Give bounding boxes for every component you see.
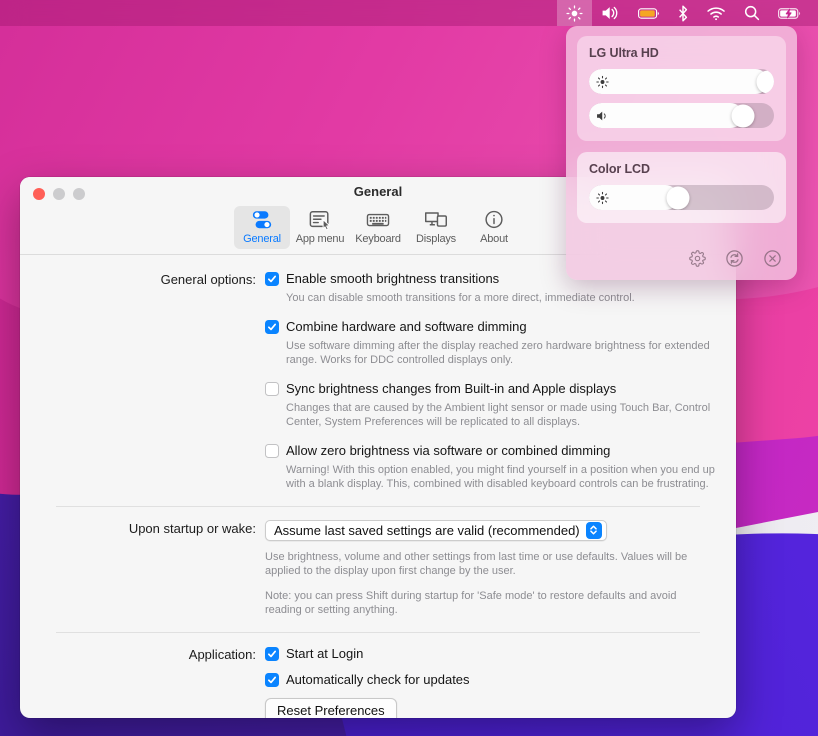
section-divider-1 [56,505,700,507]
checkbox-label: Enable smooth brightness transitions [286,271,500,286]
tab-displays[interactable]: Displays [408,206,464,249]
refresh-icon[interactable] [725,249,744,268]
checkbox-combine-dimming[interactable]: Combine hardware and software dimming [265,319,716,335]
startup-label: Upon startup or wake: [128,520,256,536]
checkbox-box[interactable] [265,646,279,661]
volume-slider-lg-ultra-hd[interactable] [589,103,774,128]
startup-help-text-2: Note: you can press Shift during startup… [265,589,677,617]
battery-menubar-icon[interactable] [629,0,668,26]
desktop: LG Ultra HD Color LCD General General Ap… [0,0,818,736]
checkbox-help-text: Warning! With this option enabled, you m… [286,463,715,491]
close-circle-icon[interactable] [763,249,782,268]
tab-label: App menu [295,233,345,245]
checkbox-label: Combine hardware and software dimming [286,318,527,334]
volume-icon [596,110,610,122]
general-options-label: General options: [160,272,256,287]
tab-app-menu[interactable]: App menu [292,206,348,249]
checkbox-box[interactable] [265,443,279,458]
brightness-icon [596,75,609,88]
startup-row: Upon startup or wake: Assume last saved … [40,519,716,618]
checkbox-allow-zero-brightness[interactable]: Allow zero brightness via software or co… [265,443,716,459]
display-card-lg-ultra-hd: LG Ultra HD [577,36,786,141]
display-title: LG Ultra HD [589,46,659,60]
keyboard-icon [365,209,391,231]
startup-help-text-1: Use brightness, volume and other setting… [265,550,688,578]
checkbox-help-text: Use software dimming after the display r… [286,339,710,367]
brightness-slider-lg-ultra-hd[interactable] [589,69,774,94]
volume-menubar-icon[interactable] [592,0,629,26]
checkbox-label: Start at Login [286,645,364,661]
slider-knob[interactable] [666,186,690,209]
tab-general[interactable]: General [234,206,290,249]
chevron-updown-icon[interactable] [585,521,602,539]
brightness-popover: LG Ultra HD Color LCD [566,26,797,280]
display-title: Color LCD [589,162,650,176]
startup-behavior-select[interactable]: Assume last saved settings are valid (re… [265,519,607,541]
tab-about[interactable]: About [466,206,522,249]
preferences-content: General options: Enable smooth brightnes… [20,255,736,718]
tab-label: Displays [416,233,456,245]
general-options-row: General options: Enable smooth brightnes… [40,271,716,492]
startup-selected-option: Assume last saved settings are valid (re… [274,522,580,538]
display-card-color-lcd: Color LCD [577,152,786,223]
application-row: Application: Start at Login Automaticall… [40,646,716,718]
brightness-icon [596,191,609,204]
wifi-menubar-icon[interactable] [698,0,735,26]
tab-label: General [243,233,281,245]
brightness-slider-color-lcd[interactable] [589,185,774,210]
section-divider-2 [56,631,700,633]
popover-footer [577,249,786,280]
reset-preferences-button[interactable]: Reset Preferences [265,697,397,718]
checkbox-box[interactable] [265,319,279,334]
application-label: Application: [188,646,256,662]
checkbox-help-text: Changes that are caused by the Ambient l… [286,401,711,429]
brightness-menubar-icon[interactable] [557,0,592,26]
menu-bar [0,0,818,26]
search-menubar-icon[interactable] [735,0,769,26]
checkbox-auto-check-updates[interactable]: Automatically check for updates [265,672,716,688]
toggles-icon [249,209,275,231]
checkbox-label: Sync brightness changes from Built-in an… [286,380,617,396]
tab-keyboard[interactable]: Keyboard [350,206,406,249]
gear-icon[interactable] [689,250,706,267]
checkbox-sync-brightness[interactable]: Sync brightness changes from Built-in an… [265,381,716,397]
tab-label: About [480,233,508,245]
slider-fill [589,69,769,94]
menu-cursor-icon [307,209,333,231]
checkbox-box[interactable] [265,672,279,687]
checkbox-label: Automatically check for updates [286,671,470,687]
checkbox-box[interactable] [265,381,279,396]
info-icon [481,209,507,231]
slider-knob[interactable] [731,104,755,127]
checkbox-start-at-login[interactable]: Start at Login [265,646,716,662]
bluetooth-menubar-icon[interactable] [668,0,698,26]
battery-charging-menubar-icon[interactable] [769,0,810,26]
checkbox-box[interactable] [265,272,279,286]
slider-knob[interactable] [756,70,774,93]
tab-label: Keyboard [355,233,401,245]
displays-icon [423,209,449,231]
checkbox-label: Allow zero brightness via software or co… [286,442,611,458]
checkbox-help-text: You can disable smooth transitions for a… [286,292,635,304]
slider-fill [589,103,743,128]
